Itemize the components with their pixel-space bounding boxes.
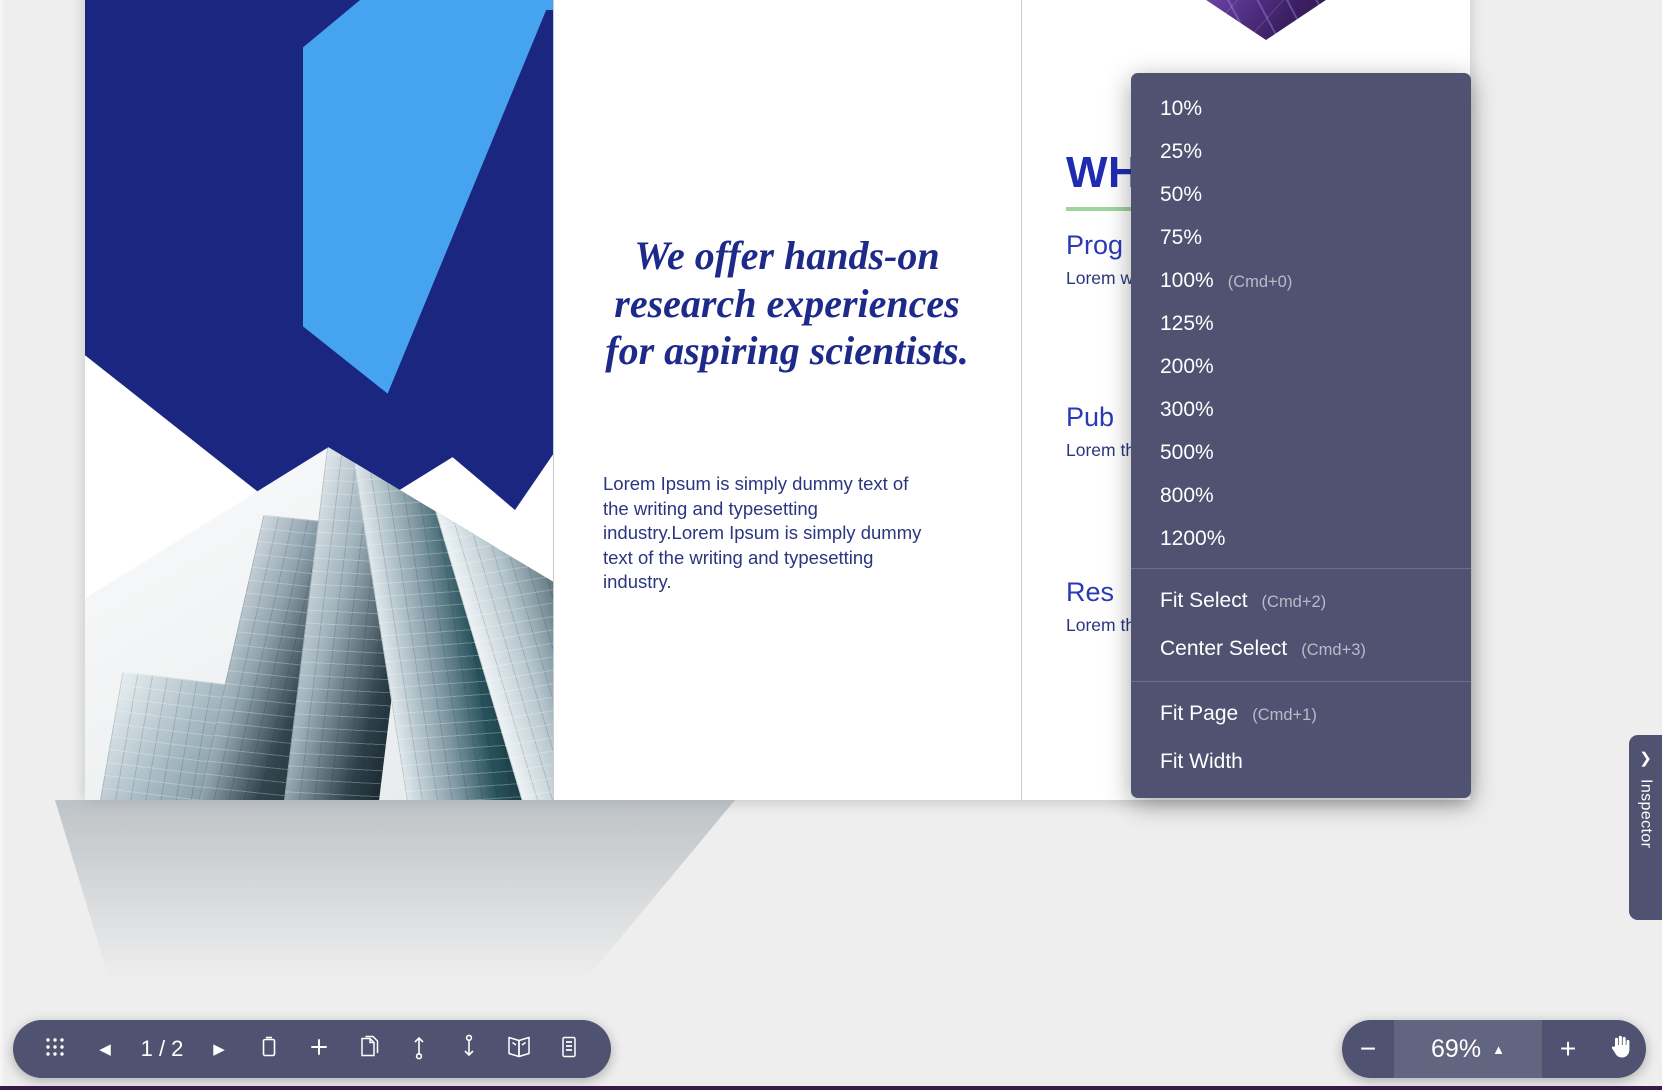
trash-icon [258,1035,280,1064]
zoom-menu-item-75[interactable]: 75% [1131,216,1471,259]
zoom-menu-label: 75% [1160,225,1203,249]
inspector-label: Inspector [1637,779,1655,849]
grid-icon [44,1036,66,1063]
zoom-menu-shortcut: (Cmd+0) [1227,272,1293,291]
zoom-menu-label: 800% [1160,483,1214,507]
zoom-menu-shortcut: (Cmd+1) [1252,706,1317,724]
right-panel-title: WH [1066,148,1141,197]
zoom-menu-label: 50% [1160,182,1203,206]
canvas-workspace[interactable]: section like this. Make sure to keep you… [0,0,1662,1090]
zoom-menu-label: 300% [1160,397,1214,421]
zoom-menu-item-200[interactable]: 200% [1131,345,1471,388]
zoom-out-button[interactable]: − [1342,1020,1394,1078]
plus-icon [307,1035,331,1064]
zoom-menu-label: 100% [1160,268,1214,292]
zoom-menu-shortcut: (Cmd+3) [1301,641,1366,659]
zoom-level-menu[interactable]: 10% 25% 50% 75% 100% (Cmd+0) 125% 200% 3 [1131,73,1471,798]
fold-line [553,0,554,800]
page-reflection [55,800,735,980]
chevron-right-icon: ❯ [1639,750,1652,767]
previous-page-button[interactable]: ◀ [83,1027,127,1071]
document-list-icon [559,1035,579,1064]
zoom-menu-label: Fit Width [1160,750,1243,773]
zoom-menu-label: 10% [1160,96,1203,120]
duplicate-icon [358,1035,381,1064]
zoom-menu-label: Fit Select [1160,589,1248,612]
plasma-streaks [1101,0,1431,40]
chevron-left-icon: ◀ [99,1041,111,1058]
page-toolbar[interactable]: ◀ 1 / 2 ▶ [13,1020,611,1078]
zoom-menu-item-center-select[interactable]: Center Select (Cmd+3) [1131,625,1471,673]
window-bottom-edge [0,1086,1662,1090]
plasma-science-image [1101,0,1431,40]
zoom-menu-label: 25% [1160,139,1203,163]
next-page-button[interactable]: ▶ [197,1027,241,1071]
page-indicator: 1 / 2 [140,1036,184,1061]
zoom-menu-label: 500% [1160,440,1214,464]
chevron-right-icon: ▶ [213,1041,225,1058]
zoom-menu-label: 125% [1160,311,1214,335]
zoom-menu-label: Fit Page [1160,702,1239,725]
zoom-level-dropdown[interactable]: 69% ▲ [1394,1020,1542,1078]
zoom-menu-label: Center Select [1160,637,1288,660]
delete-page-button[interactable] [247,1027,291,1071]
zoom-menu-item-1200[interactable]: 1200% [1131,517,1471,560]
zoom-menu-item-fit-width[interactable]: Fit Width [1131,738,1471,786]
fold-line [1021,0,1022,800]
chevron-up-icon: ▲ [1492,1041,1505,1057]
hand-tool-button[interactable] [1594,1020,1646,1078]
menu-separator [1131,568,1471,569]
menu-separator [1131,681,1471,682]
add-page-button[interactable] [297,1027,341,1071]
zoom-menu-item-fit-page[interactable]: Fit Page (Cmd+1) [1131,690,1471,738]
inspector-panel-toggle[interactable]: ❯ Inspector [1629,735,1662,920]
zoom-menu-item-25[interactable]: 25% [1131,130,1471,173]
brochure-headline: We offer hands-on research experiences f… [605,233,969,374]
brochure-body-paragraph: Lorem Ipsum is simply dummy text of the … [603,473,922,593]
brochure-panel-center: We offer hands-on research experiences f… [553,0,1021,800]
duplicate-page-button[interactable] [347,1027,391,1071]
grid-view-button[interactable] [33,1027,77,1071]
zoom-menu-shortcut: (Cmd+2) [1261,593,1327,611]
move-page-up-button[interactable] [397,1027,441,1071]
zoom-menu-item-fit-select[interactable]: Fit Select (Cmd+2) [1131,577,1471,625]
zoom-menu-item-10[interactable]: 10% [1131,87,1471,130]
arrow-down-circle-icon [459,1034,479,1065]
page-list-button[interactable] [547,1027,591,1071]
window-left-edge [0,0,3,1090]
zoom-level-value: 69% [1431,1034,1482,1063]
zoom-menu-label: 200% [1160,354,1214,378]
hand-icon [1608,1033,1633,1066]
zoom-menu-item-300[interactable]: 300% [1131,388,1471,431]
zoom-menu-item-500[interactable]: 500% [1131,431,1471,474]
zoom-menu-label: 1200% [1160,526,1226,550]
book-spread-icon [506,1035,532,1064]
zoom-menu-item-800[interactable]: 800% [1131,474,1471,517]
move-page-down-button[interactable] [447,1027,491,1071]
zoom-menu-item-50[interactable]: 50% [1131,173,1471,216]
brochure-panel-left: section like this. Make sure to keep you… [85,0,553,800]
zoom-menu-item-100[interactable]: 100% (Cmd+0) [1131,259,1471,302]
spread-view-button[interactable] [497,1027,541,1071]
zoom-menu-item-125[interactable]: 125% [1131,302,1471,345]
zoom-control[interactable]: − 69% ▲ + [1342,1020,1646,1078]
arrow-up-circle-icon [409,1034,429,1065]
zoom-in-button[interactable]: + [1542,1020,1594,1078]
